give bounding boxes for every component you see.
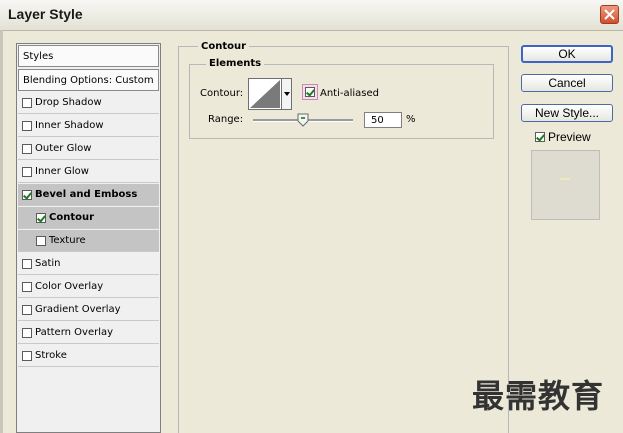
anti-aliased-label[interactable]: Anti-aliased bbox=[320, 88, 379, 99]
close-icon bbox=[604, 9, 615, 20]
close-button[interactable] bbox=[600, 5, 619, 24]
elements-group bbox=[189, 64, 494, 139]
range-slider-thumb[interactable] bbox=[297, 113, 309, 127]
style-item-drop-shadow[interactable]: Drop Shadow bbox=[18, 92, 159, 114]
style-checkbox-inner-glow[interactable] bbox=[22, 166, 32, 177]
style-label-color-overlay: Color Overlay bbox=[35, 281, 104, 292]
contour-field-label: Contour: bbox=[200, 88, 244, 99]
style-item-stroke[interactable]: Stroke bbox=[18, 345, 159, 367]
elements-group-title: Elements bbox=[206, 58, 265, 69]
style-checkbox-texture[interactable] bbox=[36, 235, 46, 246]
style-item-gradient-overlay[interactable]: Gradient Overlay bbox=[18, 299, 159, 321]
preview-thumbnail bbox=[531, 150, 600, 220]
style-checkbox-satin[interactable] bbox=[22, 258, 32, 269]
style-label-pattern-overlay: Pattern Overlay bbox=[35, 327, 114, 338]
contour-dropdown-button[interactable] bbox=[282, 78, 292, 110]
style-checkbox-stroke[interactable] bbox=[22, 350, 32, 361]
anti-aliased-checkbox[interactable] bbox=[305, 87, 315, 97]
style-item-satin[interactable]: Satin bbox=[18, 253, 159, 275]
style-item-inner-shadow[interactable]: Inner Shadow bbox=[18, 115, 159, 137]
style-checkbox-drop-shadow[interactable] bbox=[22, 97, 32, 108]
cancel-button[interactable]: Cancel bbox=[521, 74, 613, 92]
preview-label: Preview bbox=[548, 130, 591, 144]
style-item-bevel-and-emboss[interactable]: Bevel and Emboss bbox=[18, 184, 159, 206]
chevron-down-icon bbox=[284, 92, 290, 96]
style-checkbox-contour[interactable] bbox=[36, 212, 46, 223]
style-item-pattern-overlay[interactable]: Pattern Overlay bbox=[18, 322, 159, 344]
style-label-stroke: Stroke bbox=[35, 350, 67, 361]
styles-header[interactable]: Styles bbox=[18, 45, 159, 67]
watermark-text: 最需教育 bbox=[472, 377, 605, 415]
style-item-outer-glow[interactable]: Outer Glow bbox=[18, 138, 159, 160]
anti-aliased-checkbox-frame[interactable] bbox=[302, 84, 318, 100]
style-label-inner-glow: Inner Glow bbox=[35, 166, 89, 177]
title-bar: Layer Style bbox=[0, 0, 623, 31]
preview-checkbox[interactable] bbox=[535, 132, 545, 142]
style-item-color-overlay[interactable]: Color Overlay bbox=[18, 276, 159, 298]
range-label: Range: bbox=[208, 114, 244, 125]
ok-button[interactable]: OK bbox=[521, 45, 613, 63]
style-label-outer-glow: Outer Glow bbox=[35, 143, 92, 154]
style-item-texture[interactable]: Texture bbox=[18, 230, 159, 252]
window-title: Layer Style bbox=[8, 6, 83, 22]
window-frame bbox=[0, 30, 3, 433]
style-checkbox-outer-glow[interactable] bbox=[22, 143, 32, 154]
style-checkbox-pattern-overlay[interactable] bbox=[22, 327, 32, 338]
style-label-gradient-overlay: Gradient Overlay bbox=[35, 304, 121, 315]
range-value-input[interactable]: 50 bbox=[364, 112, 402, 128]
range-unit: % bbox=[406, 114, 416, 125]
style-label-texture: Texture bbox=[49, 235, 86, 246]
preview-toggle[interactable]: Preview bbox=[535, 130, 591, 144]
style-label-satin: Satin bbox=[35, 258, 61, 269]
style-item-contour[interactable]: Contour bbox=[18, 207, 159, 229]
new-style-button[interactable]: New Style... bbox=[521, 104, 613, 122]
styles-header-label: Styles bbox=[23, 50, 54, 62]
styles-list: Styles Blending Options: Custom Drop Sha… bbox=[16, 43, 161, 433]
style-checkbox-inner-shadow[interactable] bbox=[22, 120, 32, 131]
style-checkbox-gradient-overlay[interactable] bbox=[22, 304, 32, 315]
style-checkbox-bevel-and-emboss[interactable] bbox=[22, 189, 32, 200]
blending-options-label: Blending Options: Custom bbox=[23, 74, 154, 86]
contour-panel-title: Contour bbox=[198, 41, 250, 52]
style-label-inner-shadow: Inner Shadow bbox=[35, 120, 104, 131]
contour-curve-icon bbox=[250, 80, 280, 108]
style-item-inner-glow[interactable]: Inner Glow bbox=[18, 161, 159, 183]
style-label-drop-shadow: Drop Shadow bbox=[35, 97, 102, 108]
blending-options-item[interactable]: Blending Options: Custom bbox=[18, 69, 159, 91]
style-label-bevel-and-emboss: Bevel and Emboss bbox=[35, 189, 138, 200]
style-checkbox-color-overlay[interactable] bbox=[22, 281, 32, 292]
style-label-contour: Contour bbox=[49, 212, 95, 223]
contour-picker[interactable] bbox=[248, 78, 282, 110]
